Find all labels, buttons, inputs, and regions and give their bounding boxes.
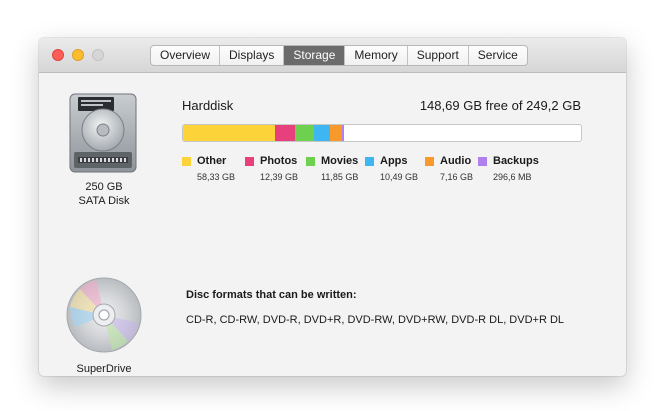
legend-label: Backups [493,155,539,167]
legend-size: 11,85 GB [321,172,359,182]
tab-displays[interactable]: Displays [220,46,285,65]
disk-free-space: 148,69 GB free of 249,2 GB [419,98,581,113]
storage-pane: 250 GB SATA Disk Harddisk 148,69 GB free… [39,74,626,376]
legend-label: Movies [321,155,359,167]
zoom-window-button[interactable] [92,49,104,61]
tab-memory[interactable]: Memory [345,46,408,65]
legend-item-photos: Photos 12,39 GB [245,155,298,182]
storage-usage-bar [182,124,582,142]
title-bar: Overview Displays Storage Memory Support… [39,38,626,73]
usage-segment-other [183,125,276,141]
formats-list: CD-R, CD-RW, DVD-R, DVD+R, DVD-RW, DVD+R… [186,314,565,326]
hard-disk-caption: 250 GB SATA Disk [59,180,149,208]
legend-size: 12,39 GB [260,172,299,182]
usage-segment-audio [330,125,342,141]
tab-bar: Overview Displays Storage Memory Support… [150,45,528,66]
legend-label: Audio [440,155,472,167]
legend-label: Other [197,155,227,167]
audio-swatch [425,156,434,166]
legend-label: Apps [380,155,408,167]
legend-item-audio: Audio 7,16 GB [425,155,473,182]
usage-segment-apps [313,125,331,141]
hard-disk-size: 250 GB [85,181,123,193]
legend-label: Photos [260,155,298,167]
legend-item-movies: Movies 11,85 GB [306,155,358,182]
usage-segment-movies [294,125,314,141]
legend-size: 58,33 GB [197,172,236,182]
optical-disc-icon [66,277,142,353]
legend-item-apps: Apps 10,49 GB [365,155,418,182]
superdrive-caption: SuperDrive [76,363,132,375]
other-swatch [182,156,191,166]
movies-swatch [306,156,315,166]
usage-segment-photos [275,125,295,141]
legend-size: 296,6 MB [493,172,532,182]
close-window-button[interactable] [52,49,64,61]
tab-overview[interactable]: Overview [151,46,221,65]
photos-swatch [245,156,254,166]
apps-swatch [365,156,374,166]
hard-disk-icon [69,93,137,173]
backups-swatch [478,156,487,166]
legend-item-other: Other 58,33 GB [182,155,235,182]
disk-name: Harddisk [182,98,234,113]
hard-disk-type: SATA Disk [78,195,130,207]
tab-support[interactable]: Support [408,46,469,65]
about-this-mac-window: Overview Displays Storage Memory Support… [39,38,626,376]
formats-title: Disc formats that can be written: [186,289,357,301]
usage-segment-backups [341,125,344,141]
legend-size: 7,16 GB [440,172,474,182]
minimize-window-button[interactable] [72,49,84,61]
tab-service[interactable]: Service [469,46,527,65]
legend-item-backups: Backups 296,6 MB [478,155,539,182]
tab-storage[interactable]: Storage [284,46,346,65]
legend-size: 10,49 GB [380,172,419,182]
